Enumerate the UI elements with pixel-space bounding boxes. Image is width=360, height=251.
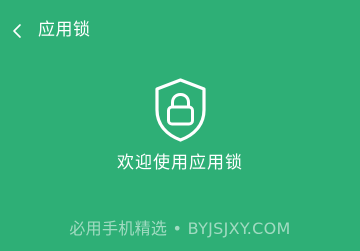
welcome-message: 欢迎使用应用锁	[117, 153, 243, 173]
page-title: 应用锁	[38, 20, 91, 40]
header-bar: 应用锁	[0, 0, 360, 60]
shield-lock-icon	[153, 77, 208, 143]
app-lock-screen: 应用锁 欢迎使用应用锁 必用手机精选 • BYJSJXY.COM	[0, 0, 360, 251]
watermark-text: 必用手机精选 • BYJSJXY.COM	[69, 219, 291, 238]
chevron-left-icon	[12, 23, 22, 39]
back-button[interactable]	[6, 18, 28, 44]
